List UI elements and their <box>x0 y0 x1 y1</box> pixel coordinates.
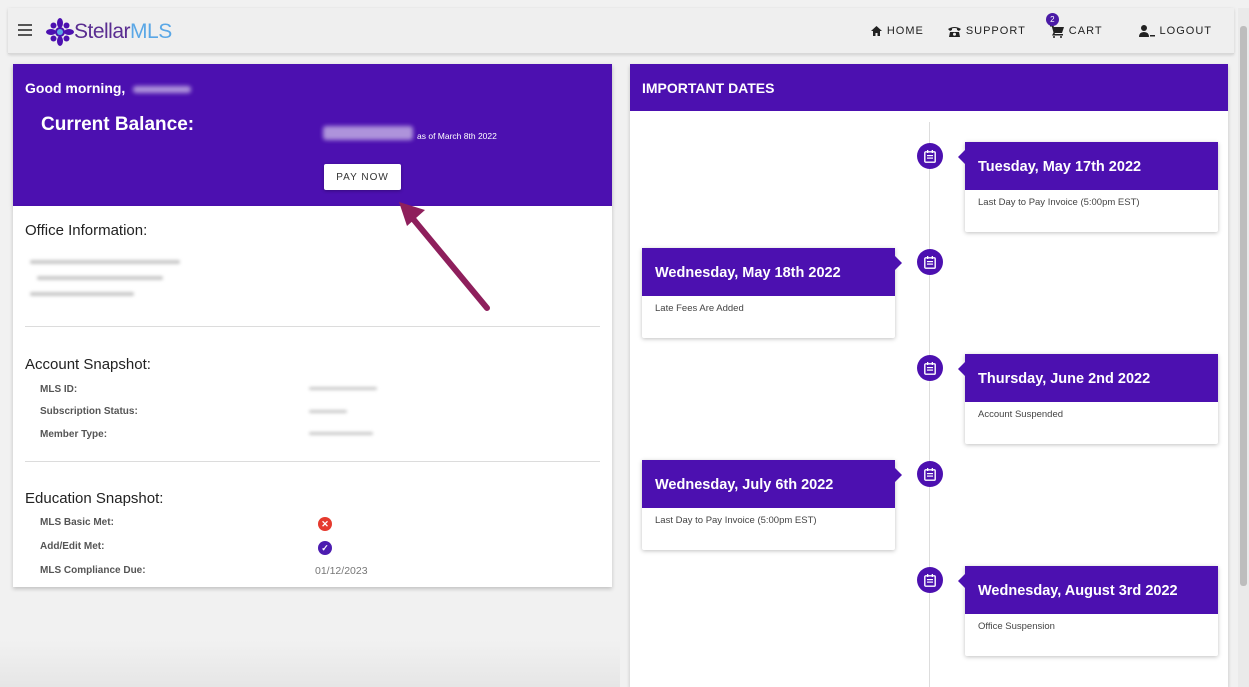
calendar-icon <box>917 249 943 275</box>
current-balance-label: Current Balance: <box>41 114 195 135</box>
nav-support[interactable]: SUPPORT <box>947 25 1026 37</box>
timeline-description: Last Day to Pay Invoice (5:00pm EST) <box>655 515 817 526</box>
timeline-date-card: Wednesday, August 3rd 2022 Office Suspen… <box>958 566 1218 656</box>
mls-basic-met-label: MLS Basic Met: <box>40 517 114 528</box>
cart-count-badge: 2 <box>1045 12 1059 26</box>
user-logout-icon <box>1138 25 1155 37</box>
logo-text-stellar: Stellar <box>74 20 131 43</box>
timeline-description: Last Day to Pay Invoice (5:00pm EST) <box>978 197 1140 208</box>
page-bottom-shade <box>0 640 620 687</box>
nav-logout-label: LOGOUT <box>1159 25 1212 37</box>
redacted-office-line-1 <box>30 260 180 264</box>
timeline-date: Thursday, June 2nd 2022 <box>958 354 1218 402</box>
redacted-mls-id <box>309 387 377 390</box>
nav-home-label: HOME <box>886 25 924 37</box>
redacted-subscription-status <box>309 410 347 413</box>
calendar-icon <box>917 143 943 169</box>
timeline-date: Wednesday, August 3rd 2022 <box>958 566 1218 614</box>
phone-icon <box>947 26 961 37</box>
timeline-date: Wednesday, May 18th 2022 <box>642 248 902 296</box>
timeline-date: Wednesday, July 6th 2022 <box>642 460 902 508</box>
nav-support-label: SUPPORT <box>965 25 1026 37</box>
redacted-office-line-3 <box>30 292 134 296</box>
timeline-description: Office Suspension <box>978 621 1055 632</box>
office-information-title: Office Information: <box>25 222 148 239</box>
add-edit-met-label: Add/Edit Met: <box>40 541 105 552</box>
current-balance-card: Good morning, Current Balance: as of Mar… <box>13 64 612 206</box>
nav-cart[interactable]: 2 CART <box>1045 12 1103 38</box>
mls-compliance-due-label: MLS Compliance Due: <box>40 565 146 576</box>
redacted-balance-amount <box>323 126 413 140</box>
scrollbar-thumb[interactable] <box>1240 26 1247 586</box>
nav-cart-label: CART <box>1068 25 1103 37</box>
timeline-date-card: Wednesday, May 18th 2022 Late Fees Are A… <box>642 248 902 338</box>
home-icon <box>870 26 882 36</box>
annotation-arrow-icon <box>399 202 490 311</box>
x-circle-icon: ✕ <box>318 517 332 531</box>
timeline-description: Late Fees Are Added <box>655 303 744 314</box>
nav-logout[interactable]: LOGOUT <box>1138 25 1212 37</box>
mls-id-label: MLS ID: <box>40 384 78 395</box>
redacted-user-name <box>133 85 192 93</box>
timeline-date-card: Thursday, June 2nd 2022 Account Suspende… <box>958 354 1218 444</box>
page-scrollbar[interactable] <box>1238 8 1249 687</box>
account-snapshot-title: Account Snapshot: <box>25 356 151 373</box>
timeline-date-card: Wednesday, July 6th 2022 Last Day to Pay… <box>642 460 902 550</box>
office-account-education-card: Office Information: Account Snapshot: ML… <box>13 206 612 587</box>
subscription-status-label: Subscription Status: <box>40 406 138 417</box>
cart-icon <box>1049 24 1064 38</box>
nav-home[interactable]: HOME <box>870 25 924 37</box>
important-dates-card: IMPORTANT DATES Tuesday, May 17th 2022 L… <box>630 64 1228 687</box>
important-dates-title: IMPORTANT DATES <box>630 64 1228 111</box>
pay-now-button[interactable]: PAY NOW <box>324 164 401 190</box>
logo-star-icon <box>46 18 74 46</box>
check-circle-icon: ✓ <box>318 541 332 555</box>
logo-text-mls: MLS <box>130 20 172 43</box>
greeting-text: Good morning, <box>25 80 126 96</box>
timeline-date-card: Tuesday, May 17th 2022 Last Day to Pay I… <box>958 142 1218 232</box>
menu-icon[interactable] <box>18 24 32 36</box>
logo-text: StellarMLS <box>74 20 172 44</box>
mls-compliance-due-value: 01/12/2023 <box>315 565 368 577</box>
education-snapshot-title: Education Snapshot: <box>25 490 164 507</box>
section-divider <box>25 461 600 462</box>
greeting: Good morning, <box>25 80 192 96</box>
calendar-icon <box>917 567 943 593</box>
balance-as-of-date: as of March 8th 2022 <box>417 131 497 141</box>
calendar-icon <box>917 461 943 487</box>
section-divider <box>25 326 600 327</box>
timeline-description: Account Suspended <box>978 409 1064 420</box>
member-type-label: Member Type: <box>40 429 108 440</box>
top-nav: HOME SUPPORT 2 CART LOGOUT <box>870 8 1212 54</box>
stellar-mls-logo[interactable]: StellarMLS <box>46 18 172 46</box>
timeline-line <box>929 122 930 687</box>
timeline-date: Tuesday, May 17th 2022 <box>958 142 1218 190</box>
redacted-member-type <box>309 432 373 435</box>
top-app-bar: StellarMLS HOME SUPPORT 2 CART LOGOUT <box>8 8 1234 54</box>
calendar-icon <box>917 355 943 381</box>
redacted-office-line-2 <box>37 276 163 280</box>
